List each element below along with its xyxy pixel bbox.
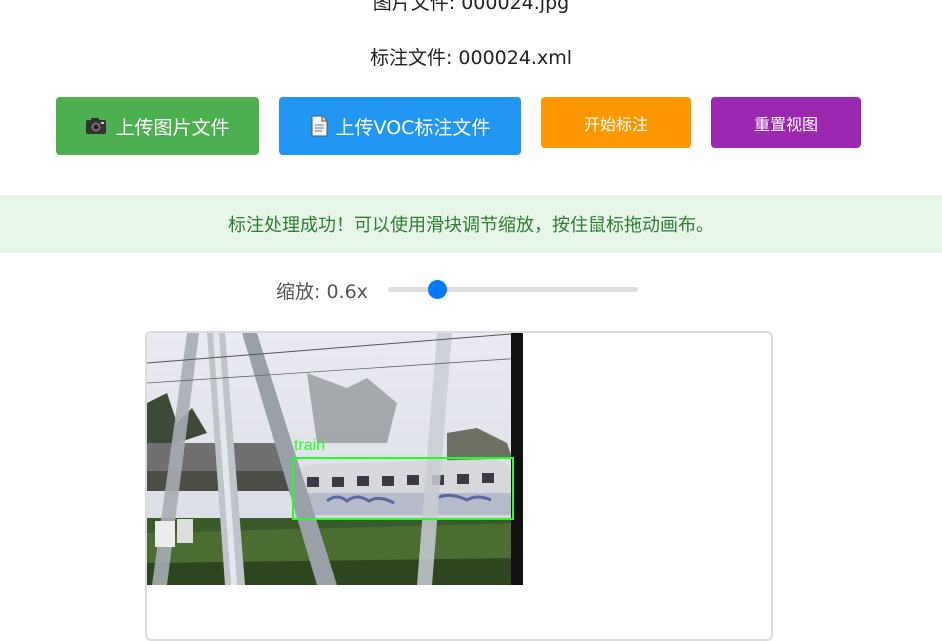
annotation-canvas[interactable]: train [145, 331, 773, 641]
start-annotation-button[interactable]: 开始标注 [541, 97, 691, 148]
upload-image-button[interactable]: 上传图片文件 [56, 97, 259, 155]
reset-view-label: 重置视图 [753, 114, 818, 134]
zoom-label: 缩放: 0.6x [276, 281, 368, 303]
upload-image-label: 上传图片文件 [115, 116, 230, 139]
start-annotation-label: 开始标注 [583, 114, 648, 134]
camera-icon [85, 117, 107, 135]
status-message: 标注处理成功！可以使用滑块调节缩放，按住鼠标拖动画布。 [228, 215, 714, 236]
upload-voc-label: 上传VOC标注文件 [335, 116, 491, 139]
status-message-bar: 标注处理成功！可以使用滑块调节缩放，按住鼠标拖动画布。 [0, 195, 942, 253]
reset-view-button[interactable]: 重置视图 [711, 97, 861, 148]
annotation-file-name: 标注文件: 000024.xml [369, 47, 573, 69]
train-photo [147, 333, 523, 585]
document-icon [310, 115, 328, 137]
upload-voc-button[interactable]: 上传VOC标注文件 [279, 97, 521, 155]
zoom-slider-track[interactable] [388, 287, 638, 292]
bbox-label-train: train [294, 437, 326, 454]
zoom-slider-thumb[interactable] [428, 280, 447, 299]
image-file-name: 图片文件: 000024.jpg [372, 0, 570, 14]
